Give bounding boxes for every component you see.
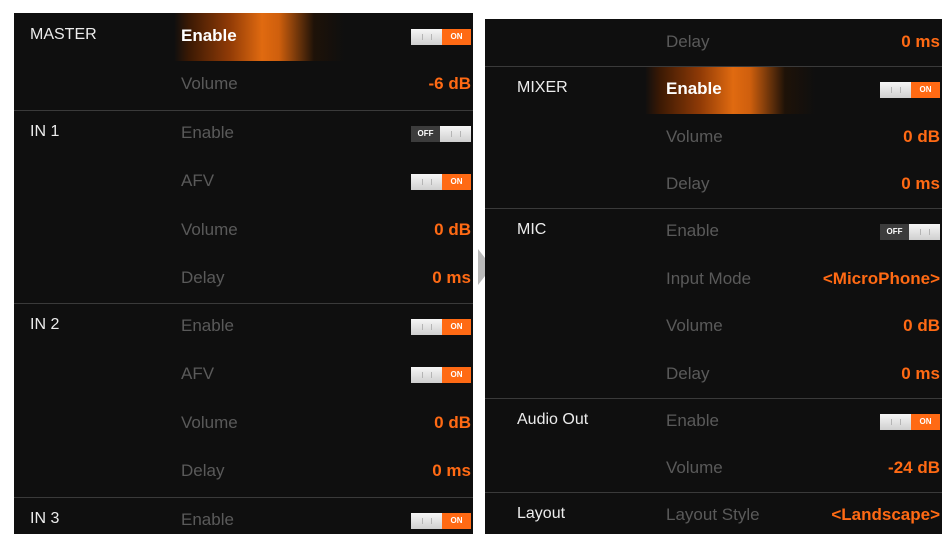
mixer-volume-value: 0 dB [903, 127, 940, 146]
audio-out-enable-row[interactable]: Audio Out Enable ON [485, 398, 942, 446]
mic-volume-row[interactable]: Volume 0 dB [485, 303, 942, 351]
toggle-off-text: OFF [880, 224, 909, 240]
in1-delay-row[interactable]: Delay 0 ms [14, 255, 473, 303]
in1-delay-label: Delay [181, 268, 225, 287]
mixer-delay-label: Delay [666, 174, 710, 193]
section-mixer: MIXER [517, 79, 568, 96]
in2-volume-label: Volume [181, 413, 238, 432]
section-master: MASTER [30, 26, 97, 43]
audio-out-enable-label: Enable [666, 411, 719, 430]
master-enable-toggle[interactable]: ON [411, 29, 471, 45]
toggle-on-text: ON [442, 513, 471, 529]
mixer-delay-row[interactable]: Delay 0 ms [485, 161, 942, 209]
master-volume-label: Volume [181, 74, 238, 93]
in1-enable-row[interactable]: IN 1 Enable OFF [14, 110, 473, 158]
prev-delay-label: Delay [666, 32, 710, 51]
section-mic: MIC [517, 221, 547, 238]
section-in1: IN 1 [30, 123, 60, 140]
in1-afv-row[interactable]: AFV ON [14, 158, 473, 206]
section-in3: IN 3 [30, 510, 60, 527]
toggle-on-text: ON [911, 414, 940, 430]
toggle-knob-icon [411, 29, 442, 45]
in2-afv-toggle[interactable]: ON [411, 367, 471, 383]
mic-input-mode-label: Input Mode [666, 269, 752, 288]
toggle-on-text: ON [442, 367, 471, 383]
in2-delay-value: 0 ms [432, 461, 471, 480]
audio-out-enable-toggle[interactable]: ON [880, 414, 940, 430]
mic-delay-value: 0 ms [901, 364, 940, 383]
mic-delay-label: Delay [666, 364, 710, 383]
in1-volume-label: Volume [181, 220, 238, 239]
section-in2: IN 2 [30, 316, 60, 333]
in2-afv-row[interactable]: AFV ON [14, 351, 473, 399]
audio-settings-panel-right: Delay 0 ms MIXER Enable ON Volume 0 dB D… [485, 19, 942, 534]
toggle-knob-icon [880, 82, 911, 98]
toggle-on-text: ON [442, 319, 471, 335]
master-enable-row[interactable]: MASTER Enable ON [14, 13, 473, 61]
toggle-knob-icon [880, 414, 911, 430]
prev-delay-row[interactable]: Delay 0 ms [485, 19, 942, 67]
mic-input-mode-value: <MicroPhone> [822, 269, 940, 288]
layout-style-row[interactable]: Layout Layout Style <Landscape> [485, 492, 942, 534]
in2-enable-toggle[interactable]: ON [411, 319, 471, 335]
toggle-on-text: ON [911, 82, 940, 98]
mixer-volume-label: Volume [666, 127, 723, 146]
in2-afv-label: AFV [181, 364, 215, 383]
toggle-knob-icon [411, 319, 442, 335]
toggle-knob-icon [411, 513, 442, 529]
in1-afv-toggle[interactable]: ON [411, 174, 471, 190]
audio-out-volume-label: Volume [666, 458, 723, 477]
in3-enable-row[interactable]: IN 3 Enable ON [14, 497, 473, 534]
mixer-enable-row[interactable]: MIXER Enable ON [485, 66, 942, 114]
in2-delay-label: Delay [181, 461, 225, 480]
mixer-volume-row[interactable]: Volume 0 dB [485, 114, 942, 162]
audio-out-volume-row[interactable]: Volume -24 dB [485, 445, 942, 493]
prev-delay-value: 0 ms [901, 32, 940, 51]
master-enable-label: Enable [181, 26, 237, 45]
mic-input-mode-row[interactable]: Input Mode <MicroPhone> [485, 256, 942, 304]
in2-delay-row[interactable]: Delay 0 ms [14, 448, 473, 496]
toggle-off-text: OFF [411, 126, 440, 142]
mixer-enable-label: Enable [666, 79, 722, 98]
in3-enable-toggle[interactable]: ON [411, 513, 471, 529]
audio-settings-panel-left: MASTER Enable ON Volume -6 dB IN 1 Enabl… [14, 13, 473, 534]
in1-delay-value: 0 ms [432, 268, 471, 287]
layout-style-value: <Landscape> [831, 505, 940, 524]
toggle-on-text: ON [442, 29, 471, 45]
in3-enable-label: Enable [181, 510, 234, 529]
mic-delay-row[interactable]: Delay 0 ms [485, 351, 942, 399]
mic-enable-row[interactable]: MIC Enable OFF [485, 208, 942, 256]
mixer-delay-value: 0 ms [901, 174, 940, 193]
in2-enable-label: Enable [181, 316, 234, 335]
in1-volume-value: 0 dB [434, 220, 471, 239]
in2-volume-row[interactable]: Volume 0 dB [14, 400, 473, 448]
toggle-on-text: ON [442, 174, 471, 190]
layout-style-label: Layout Style [666, 505, 760, 524]
mic-volume-label: Volume [666, 316, 723, 335]
in1-volume-row[interactable]: Volume 0 dB [14, 207, 473, 255]
in1-afv-label: AFV [181, 171, 215, 190]
toggle-knob-icon [909, 224, 940, 240]
section-audio-out: Audio Out [517, 411, 589, 428]
in2-enable-row[interactable]: IN 2 Enable ON [14, 303, 473, 351]
audio-out-volume-value: -24 dB [888, 458, 940, 477]
mixer-enable-toggle[interactable]: ON [880, 82, 940, 98]
toggle-knob-icon [440, 126, 471, 142]
mic-volume-value: 0 dB [903, 316, 940, 335]
mic-enable-toggle[interactable]: OFF [880, 224, 940, 240]
toggle-knob-icon [411, 367, 442, 383]
master-volume-row[interactable]: Volume -6 dB [14, 61, 473, 109]
in1-enable-toggle[interactable]: OFF [411, 126, 471, 142]
in2-volume-value: 0 dB [434, 413, 471, 432]
in1-enable-label: Enable [181, 123, 234, 142]
section-layout: Layout [517, 505, 566, 522]
toggle-knob-icon [411, 174, 442, 190]
master-volume-value: -6 dB [428, 74, 472, 93]
mic-enable-label: Enable [666, 221, 719, 240]
